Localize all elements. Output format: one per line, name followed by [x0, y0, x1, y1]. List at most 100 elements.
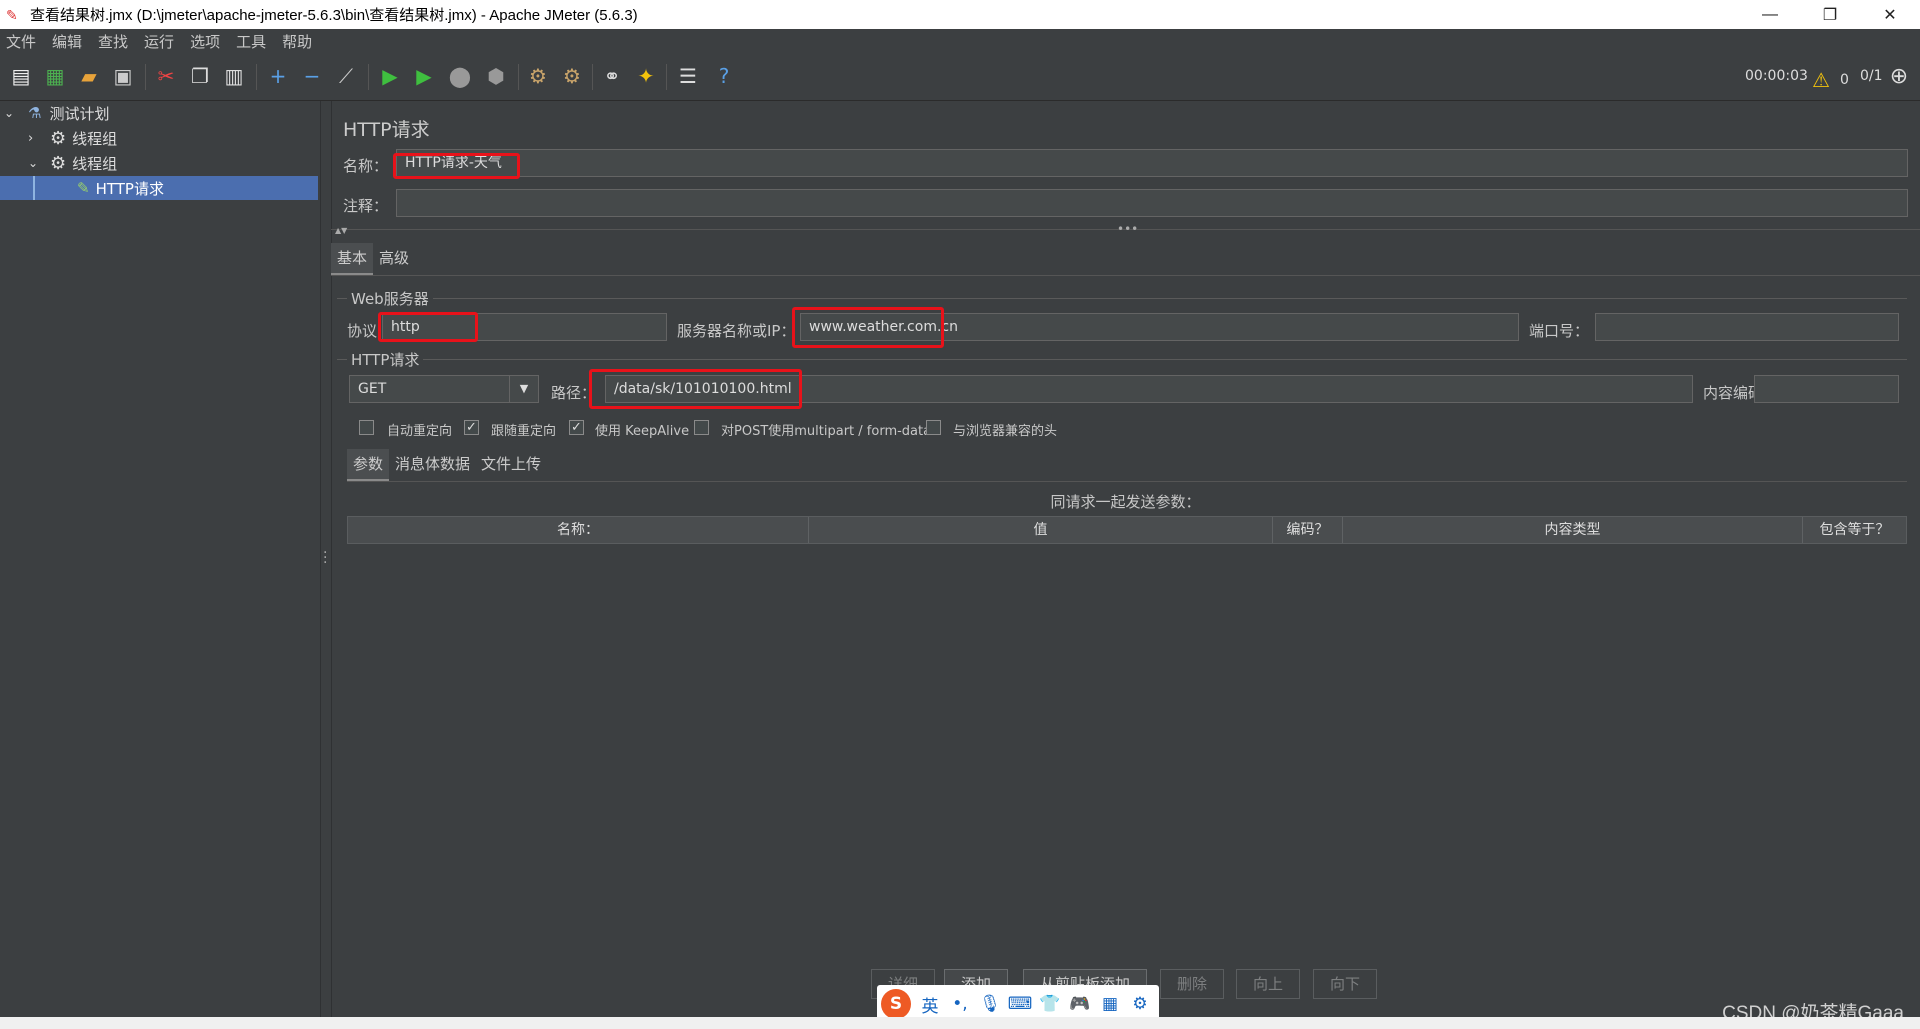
paste-icon[interactable]: ▥ — [220, 62, 248, 90]
sogou-logo-icon[interactable]: S — [881, 989, 911, 1019]
function-helper-icon[interactable]: ☰ — [674, 62, 702, 90]
menu-edit[interactable]: 编辑 — [46, 31, 92, 52]
tree-item-test-plan[interactable]: ⌄ ⚗ 测试计划 — [0, 101, 318, 125]
column-content-type[interactable]: 内容类型 — [1343, 517, 1803, 543]
expand-icon[interactable]: + — [264, 62, 292, 90]
stop-icon[interactable]: ⬤ — [446, 62, 474, 90]
elapsed-time: 00:00:03 — [1745, 68, 1808, 84]
copy-icon[interactable]: ❐ — [186, 62, 214, 90]
web-server-group — [337, 298, 1907, 299]
tab-basic[interactable]: 基本 — [331, 243, 374, 275]
follow-redirect-checkbox[interactable]: ✓ — [464, 420, 479, 435]
server-label: 服务器名称或IP： — [677, 322, 796, 340]
menu-options[interactable]: 选项 — [184, 31, 230, 52]
tree-item-http-request[interactable]: ✎ HTTP请求 — [0, 176, 318, 200]
minimize-button[interactable]: — — [1740, 0, 1800, 29]
gear-icon: ⚙ — [50, 152, 67, 174]
comment-field[interactable] — [396, 189, 1908, 217]
settings-icon[interactable]: ⚙ — [1125, 994, 1155, 1014]
content-encoding-field[interactable] — [1754, 375, 1899, 403]
cut-icon[interactable]: ✂ — [152, 62, 180, 90]
jmeter-feather-icon: ✎ — [6, 6, 18, 23]
window-title: 查看结果树.jmx (D:\jmeter\apache-jmeter-5.6.3… — [30, 7, 638, 24]
help-icon[interactable]: ? — [710, 62, 738, 90]
remote-status-icon[interactable]: ⊕ — [1885, 62, 1913, 90]
http-request-group — [337, 359, 1907, 360]
taskbar-edge — [0, 1017, 1920, 1029]
menu-run[interactable]: 运行 — [138, 31, 184, 52]
search-binoculars-icon[interactable]: ⚭ — [598, 62, 626, 90]
browser-headers-label: 与浏览器兼容的头 — [953, 424, 1058, 439]
protocol-field[interactable]: http — [382, 313, 667, 341]
tree-item-thread-group-1[interactable]: › ⚙ 线程组 — [0, 126, 318, 150]
column-value[interactable]: 值 — [809, 517, 1273, 543]
skin-shirt-icon[interactable]: 👕 — [1035, 994, 1065, 1014]
chevron-down-icon[interactable]: ⌄ — [28, 156, 42, 170]
menu-file[interactable]: 文件 — [0, 31, 46, 52]
tab-advanced[interactable]: 高级 — [373, 243, 415, 273]
method-select[interactable]: GET ▼ — [349, 375, 539, 403]
menu-help[interactable]: 帮助 — [276, 31, 322, 52]
save-icon[interactable]: ▣ — [109, 62, 137, 90]
delete-button[interactable]: 删除 — [1160, 969, 1224, 999]
chevron-down-icon[interactable]: ⌄ — [4, 106, 18, 120]
toolbar: ▤ ▦ ▰ ▣ ✂ ❐ ▥ + − ⟋ ▶ ▶ ⬤ ⬢ ⚙ ⚙ ⚭ ✦ ☰ ? … — [0, 54, 1920, 101]
multipart-checkbox[interactable] — [694, 420, 709, 435]
name-field[interactable]: HTTP请求-天气 — [396, 149, 1908, 177]
shutdown-icon[interactable]: ⬢ — [482, 62, 510, 90]
ime-language-toggle[interactable]: 英 — [915, 992, 945, 1017]
move-down-button[interactable]: 向下 — [1313, 969, 1377, 999]
templates-icon[interactable]: ▦ — [41, 62, 69, 90]
open-icon[interactable]: ▰ — [75, 62, 103, 90]
tab-files-upload[interactable]: 文件上传 — [475, 449, 547, 479]
gamepad-icon[interactable]: 🎮 — [1065, 994, 1095, 1014]
server-field[interactable]: www.weather.com.cn — [800, 313, 1519, 341]
dropdown-arrow-icon[interactable]: ▼ — [509, 376, 538, 402]
column-encode[interactable]: 编码？ — [1273, 517, 1343, 543]
active-threads: 0/1 — [1860, 68, 1883, 84]
path-field[interactable]: /data/sk/101010100.html — [605, 375, 1693, 403]
tab-parameters[interactable]: 参数 — [347, 449, 390, 481]
port-label: 端口号： — [1529, 322, 1590, 340]
start-icon[interactable]: ▶ — [376, 62, 404, 90]
toggle-icon[interactable]: ⟋ — [332, 62, 360, 90]
protocol-label: 协议 — [347, 322, 378, 340]
auto-redirect-checkbox[interactable] — [359, 420, 374, 435]
move-up-button[interactable]: 向上 — [1236, 969, 1300, 999]
column-name[interactable]: 名称： — [348, 517, 809, 543]
test-plan-tree: ⌄ ⚗ 测试计划 › ⚙ 线程组 ⌄ ⚙ 线程组 ✎ HTTP请求 — [0, 101, 318, 1017]
keyboard-icon[interactable]: ⌨ — [1005, 994, 1035, 1014]
close-button[interactable]: ✕ — [1860, 0, 1920, 29]
auto-redirect-label: 自动重定向 — [387, 424, 453, 439]
arrow-up-down-icon[interactable]: ▲▼ — [335, 226, 347, 235]
tab-body-data[interactable]: 消息体数据 — [389, 449, 476, 479]
punctuation-icon[interactable]: •, — [945, 994, 975, 1014]
clear-icon[interactable]: ⚙ — [524, 62, 552, 90]
reset-search-broom-icon[interactable]: ✦ — [632, 62, 660, 90]
browser-headers-checkbox[interactable] — [926, 420, 941, 435]
clear-all-icon[interactable]: ⚙ — [558, 62, 586, 90]
apps-grid-icon[interactable]: ▦ — [1095, 994, 1125, 1014]
microphone-icon[interactable]: 🎙 — [975, 994, 1005, 1014]
drag-handle-icon[interactable]: · · · — [323, 546, 327, 570]
maximize-button[interactable]: ❐ — [1800, 0, 1860, 29]
keepalive-checkbox[interactable]: ✓ — [569, 420, 584, 435]
collapse-divider[interactable]: ▲▼ ••• — [331, 222, 1920, 236]
params-table-header: 名称： 值 编码？ 内容类型 包含等于？ — [347, 516, 1907, 544]
column-include-equals[interactable]: 包含等于？ — [1803, 517, 1906, 543]
new-icon[interactable]: ▤ — [7, 62, 35, 90]
comment-label: 注释： — [343, 197, 389, 215]
start-no-pauses-icon[interactable]: ▶ — [410, 62, 438, 90]
menu-tools[interactable]: 工具 — [230, 31, 276, 52]
chevron-right-icon[interactable]: › — [28, 131, 42, 146]
more-dots-icon[interactable]: ••• — [1117, 222, 1138, 236]
warning-indicator[interactable]: ⚠ 0 — [1812, 68, 1849, 92]
page-title: HTTP请求 — [343, 119, 430, 141]
flask-icon: ⚗ — [28, 104, 42, 122]
menu-search[interactable]: 查找 — [92, 31, 138, 52]
port-field[interactable] — [1595, 313, 1899, 341]
tree-item-thread-group-2[interactable]: ⌄ ⚙ 线程组 — [0, 151, 318, 175]
multipart-label: 对POST使用multipart / form-data — [721, 424, 932, 439]
collapse-icon[interactable]: − — [298, 62, 326, 90]
path-label: 路径： — [551, 384, 597, 402]
